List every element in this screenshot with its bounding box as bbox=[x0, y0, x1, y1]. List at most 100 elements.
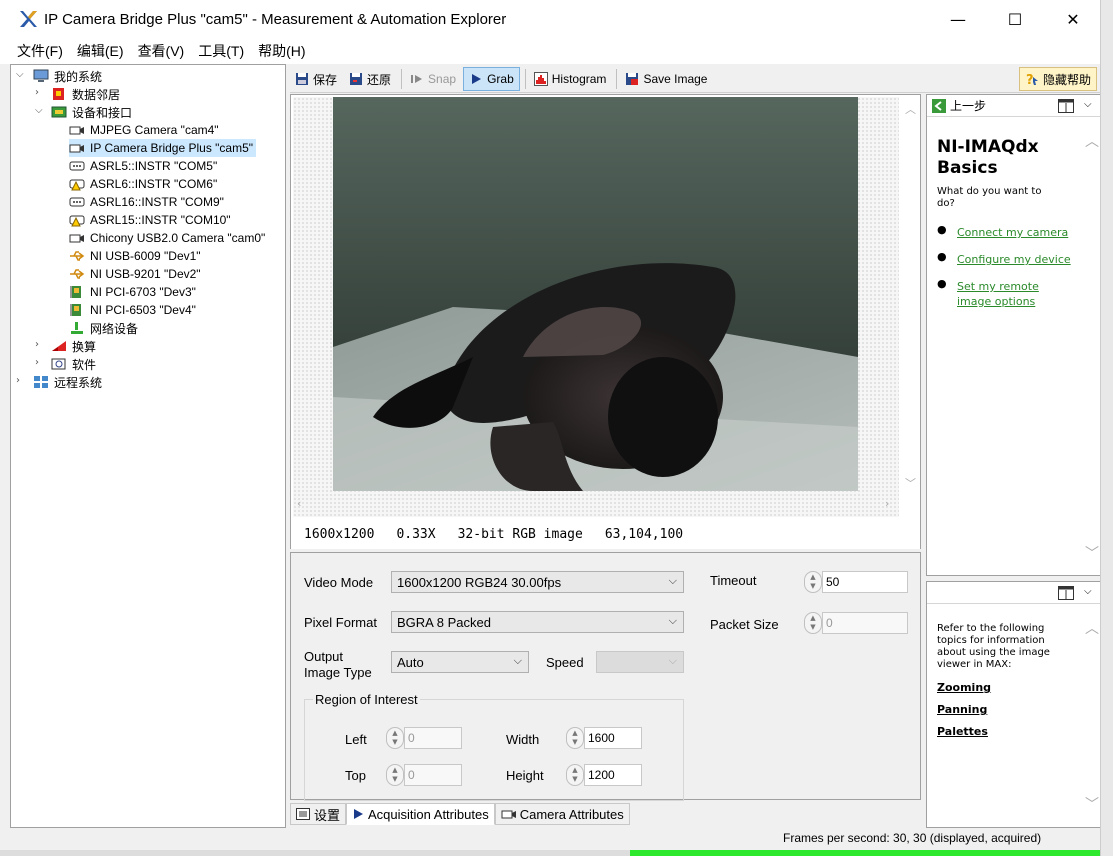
acquisition-settings-panel: Video Mode 1600x1200 RGB24 30.00fps ⌵ Pi… bbox=[290, 552, 921, 801]
tree-item-ip-camera-bridge[interactable]: IP Camera Bridge Plus "cam5" bbox=[69, 139, 257, 157]
tree-item-my-system[interactable]: 我的系统 bbox=[33, 67, 102, 85]
chevron-right-icon[interactable]: › bbox=[35, 357, 39, 368]
tree-item-usb-6009[interactable]: NI USB-6009 "Dev1" bbox=[69, 247, 201, 265]
tree-item-asrl15[interactable]: ASRL15::INSTR "COM10" bbox=[69, 211, 231, 229]
pixel-format-select[interactable]: BGRA 8 Packed ⌵ bbox=[391, 611, 684, 633]
minimize-button[interactable]: — bbox=[935, 0, 981, 38]
tree-item-pci-6503[interactable]: NI PCI-6503 "Dev4" bbox=[69, 301, 196, 319]
scroll-up-icon[interactable]: ︿ bbox=[1085, 131, 1099, 151]
left-field[interactable]: ▲ ▼ 0 bbox=[386, 727, 462, 749]
histogram-button[interactable]: Histogram bbox=[529, 67, 612, 91]
back-link[interactable]: 上一步 bbox=[950, 97, 986, 114]
pixel-value: 63,104,100 bbox=[604, 526, 684, 542]
tree-item-scale[interactable]: 换算 bbox=[51, 337, 96, 355]
tree-item-mjpeg-camera[interactable]: MJPEG Camera "cam4" bbox=[69, 121, 219, 139]
camera-image[interactable] bbox=[333, 97, 858, 491]
top-field[interactable]: ▲ ▼ 0 bbox=[386, 764, 462, 786]
remote-systems-icon bbox=[34, 376, 48, 388]
tree-item-network-devices[interactable]: 网络设备 bbox=[69, 319, 138, 337]
maximize-button[interactable]: ☐ bbox=[992, 0, 1038, 38]
timeout-label: Timeout bbox=[710, 573, 757, 588]
scroll-up-icon[interactable]: ︿ bbox=[905, 101, 916, 117]
restore-button[interactable]: 还原 bbox=[344, 67, 396, 91]
spinner-icon[interactable]: ▲ ▼ bbox=[804, 571, 822, 593]
serial-port-warning-icon bbox=[69, 215, 85, 227]
chevron-down-icon[interactable]: ⌵ bbox=[1084, 586, 1092, 597]
chevron-right-icon[interactable]: › bbox=[35, 87, 39, 98]
help-intro-line1: Refer to the following bbox=[937, 623, 1045, 634]
tab-settings[interactable]: 设置 bbox=[290, 803, 347, 825]
window-layout-icon[interactable] bbox=[1058, 586, 1074, 600]
spinner-icon[interactable]: ▲ ▼ bbox=[566, 727, 584, 749]
menu-view[interactable]: 查看(V) bbox=[138, 41, 185, 61]
tree-item-asrl6[interactable]: ASRL6::INSTR "COM6" bbox=[69, 175, 217, 193]
menu-tools[interactable]: 工具(T) bbox=[198, 41, 244, 61]
menu-file[interactable]: 文件(F) bbox=[17, 41, 63, 61]
menu-help[interactable]: 帮助(H) bbox=[258, 41, 305, 61]
menu-edit[interactable]: 编辑(E) bbox=[77, 41, 124, 61]
video-mode-select[interactable]: 1600x1200 RGB24 30.00fps ⌵ bbox=[391, 571, 684, 593]
tree-item-data-neighborhood[interactable]: 数据邻居 bbox=[51, 85, 120, 103]
scroll-right-icon[interactable]: › bbox=[885, 497, 889, 510]
chevron-down-icon[interactable]: ⌵ bbox=[1084, 99, 1092, 110]
region-of-interest-group: Region of Interest Left ▲ ▼ 0 Top ▲ ▼ 0 Wi… bbox=[304, 692, 684, 801]
connect-camera-link[interactable]: Connect my camera bbox=[957, 226, 1068, 239]
image-canvas[interactable]: ︿ ﹀ ‹ › bbox=[293, 97, 916, 517]
packet-size-field[interactable]: ▲ ▼ 0 bbox=[804, 612, 908, 634]
spinner-icon[interactable]: ▲ ▼ bbox=[566, 764, 584, 786]
computer-icon bbox=[33, 69, 49, 82]
chevron-down-icon[interactable]: ⌵ bbox=[16, 69, 24, 80]
tree-item-asrl5[interactable]: ASRL5::INSTR "COM5" bbox=[69, 157, 217, 175]
save-button[interactable]: 保存 bbox=[290, 67, 342, 91]
speed-select[interactable]: ⌵ bbox=[596, 651, 684, 673]
hide-help-button[interactable]: ? 隐藏帮助 bbox=[1019, 67, 1098, 91]
tree-item-chicony-camera[interactable]: Chicony USB2.0 Camera "cam0" bbox=[69, 229, 265, 247]
tree-item-devices[interactable]: 设备和接口 bbox=[51, 103, 132, 121]
configuration-tree[interactable]: ⌵ 我的系统 › 数据邻居 ⌵ 设备和接口 MJPEG Camera "cam4… bbox=[10, 64, 286, 828]
configure-device-link[interactable]: Configure my device bbox=[957, 253, 1071, 266]
image-viewer[interactable]: ︿ ﹀ ‹ › 1600x1200 0.33X 32-bit RGB image… bbox=[290, 94, 921, 549]
tree-item-remote-systems[interactable]: 远程系统 bbox=[33, 373, 102, 391]
tab-acquisition-attributes[interactable]: Acquisition Attributes bbox=[346, 803, 495, 825]
snap-button[interactable]: Snap bbox=[405, 67, 461, 91]
chevron-down-icon[interactable]: ⌵ bbox=[35, 105, 43, 116]
help-panel: 上一步 ⌵ NI-IMAQdx Basics What do you want … bbox=[926, 94, 1105, 576]
scroll-up-icon[interactable]: ︿ bbox=[1085, 618, 1099, 638]
chevron-right-icon[interactable]: › bbox=[35, 339, 39, 350]
height-label: Height bbox=[506, 768, 544, 783]
scroll-down-icon[interactable]: ﹀ bbox=[905, 475, 916, 491]
save-image-button[interactable]: Save Image bbox=[620, 67, 712, 91]
scroll-left-icon[interactable]: ‹ bbox=[297, 497, 301, 510]
chevron-right-icon[interactable]: › bbox=[16, 375, 20, 386]
zooming-link[interactable]: Zooming bbox=[937, 681, 991, 694]
spinner-icon[interactable]: ▲ ▼ bbox=[386, 764, 404, 786]
output-image-type-select[interactable]: Auto ⌵ bbox=[391, 651, 529, 673]
palettes-link[interactable]: Palettes bbox=[937, 725, 988, 738]
data-neighborhood-icon bbox=[53, 88, 64, 100]
tree-item-usb-9201[interactable]: NI USB-9201 "Dev2" bbox=[69, 265, 201, 283]
image-info-bar: 1600x1200 0.33X 32-bit RGB image 63,104,… bbox=[291, 519, 920, 549]
height-field[interactable]: ▲ ▼ 1200 bbox=[566, 764, 642, 786]
width-field[interactable]: ▲ ▼ 1600 bbox=[566, 727, 642, 749]
tree-item-software[interactable]: 软件 bbox=[51, 355, 96, 373]
toolbar-separator bbox=[616, 69, 618, 89]
window-title: IP Camera Bridge Plus "cam5" - Measureme… bbox=[44, 10, 507, 28]
spinner-icon[interactable]: ▲ ▼ bbox=[804, 612, 822, 634]
grab-button[interactable]: Grab bbox=[463, 67, 520, 91]
remote-image-options-link-line1[interactable]: Set my remote bbox=[957, 280, 1039, 293]
spinner-icon[interactable]: ▲ ▼ bbox=[386, 727, 404, 749]
window-layout-icon[interactable] bbox=[1058, 99, 1074, 113]
camera-frame-graphic bbox=[333, 97, 858, 491]
panning-link[interactable]: Panning bbox=[937, 703, 987, 716]
devices-interfaces-icon bbox=[51, 106, 67, 118]
remote-image-options-link-line2[interactable]: image options bbox=[957, 295, 1035, 308]
close-button[interactable]: ✕ bbox=[1050, 0, 1096, 38]
scroll-down-icon[interactable]: ﹀ bbox=[1085, 543, 1099, 563]
tree-item-pci-6703[interactable]: NI PCI-6703 "Dev3" bbox=[69, 283, 196, 301]
scroll-down-icon[interactable]: ﹀ bbox=[1085, 794, 1099, 814]
tree-item-asrl16[interactable]: ASRL16::INSTR "COM9" bbox=[69, 193, 224, 211]
timeout-field[interactable]: ▲ ▼ 50 bbox=[804, 571, 908, 593]
serial-port-warning-icon bbox=[69, 179, 85, 191]
tab-camera-attributes[interactable]: Camera Attributes bbox=[494, 803, 630, 825]
back-arrow-icon[interactable] bbox=[932, 98, 946, 113]
